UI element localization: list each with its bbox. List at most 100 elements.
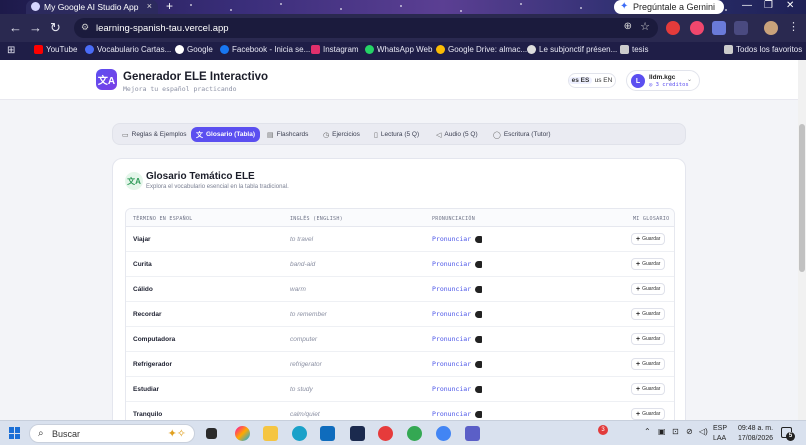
save-label: Guardar: [642, 361, 661, 367]
bookmark-google[interactable]: Google: [175, 45, 213, 54]
teams-icon[interactable]: [465, 426, 480, 441]
tab-flashcards[interactable]: ▤ Flashcards: [267, 127, 308, 142]
taskbar-search-input[interactable]: ⌕ Buscar ✦✧: [29, 424, 195, 443]
notifications-icon[interactable]: 5: [781, 427, 795, 441]
app-dark-icon[interactable]: [350, 426, 365, 441]
task-view-icon[interactable]: [206, 428, 217, 439]
table-row: Estudiar to study Pronunciar + Guardar: [126, 377, 674, 402]
bookmark-folder-tesis[interactable]: tesis: [620, 45, 648, 54]
keyboard-language[interactable]: ESP LAA: [713, 424, 727, 444]
site-settings-icon[interactable]: ⚙: [81, 22, 89, 33]
edge-icon[interactable]: [292, 426, 307, 441]
tab-close-icon[interactable]: ×: [147, 1, 152, 11]
extension-puzzle-icon[interactable]: [712, 21, 726, 35]
chrome-profile-icon[interactable]: [436, 426, 451, 441]
pronounce-button[interactable]: Pronunciar: [432, 260, 483, 268]
outlook-icon[interactable]: [320, 426, 335, 441]
save-button[interactable]: + Guardar: [631, 258, 666, 270]
omnibox[interactable]: ⚙ learning-spanish-tau.vercel.app ⊕ ☆: [74, 18, 658, 38]
browser-tab[interactable]: My Google AI Studio App ×: [26, 0, 158, 14]
app-subtitle: Mejora tu español practicando: [123, 85, 237, 93]
save-button[interactable]: + Guardar: [631, 308, 666, 320]
pronounce-button[interactable]: Pronunciar: [432, 410, 483, 418]
save-button[interactable]: + Guardar: [631, 233, 666, 245]
minimize-icon[interactable]: —: [742, 0, 752, 11]
page-scrollbar[interactable]: [798, 60, 806, 420]
extension-red-icon[interactable]: [666, 21, 680, 35]
taskbar-clock[interactable]: 09:48 a. m. 17/08/2026: [738, 424, 773, 444]
chat-icon: ◯: [493, 131, 501, 139]
speaker-icon: [475, 260, 483, 268]
scrollbar-thumb[interactable]: [799, 124, 805, 272]
save-button[interactable]: + Guardar: [631, 408, 666, 420]
tray-chevron-up-icon[interactable]: ⌃: [644, 427, 651, 436]
save-button[interactable]: + Guardar: [631, 333, 666, 345]
windows-start-icon[interactable]: [9, 427, 21, 439]
tab-escritura[interactable]: ◯ Escritura (Tutor): [493, 127, 551, 142]
bookmark-facebook[interactable]: Facebook - Inicia se...: [220, 45, 310, 54]
bookmark-subjonctif[interactable]: Le subjonctif présen...: [527, 45, 617, 54]
bookmark-star-icon[interactable]: ☆: [640, 20, 650, 33]
lang-en-button[interactable]: us EN: [592, 77, 615, 84]
save-button[interactable]: + Guardar: [631, 283, 666, 295]
app-red-icon[interactable]: [378, 426, 393, 441]
tray-network-icon[interactable]: ⊡: [672, 427, 679, 436]
decorative-star: [400, 5, 402, 7]
tab-audio[interactable]: ◁ Audio (5 Q): [436, 127, 478, 142]
back-arrow-icon[interactable]: ←: [9, 20, 22, 35]
tray-volume-mute-icon[interactable]: ⊘: [686, 427, 693, 436]
maximize-icon[interactable]: ❐: [764, 0, 773, 11]
bookmark-whatsapp[interactable]: WhatsApp Web: [365, 45, 432, 54]
save-label: Guardar: [642, 236, 661, 242]
user-name: lldm.kgc: [649, 74, 676, 81]
pronounce-button[interactable]: Pronunciar: [432, 310, 483, 318]
term-spanish: Refrigerador: [133, 361, 173, 368]
zoom-icon[interactable]: ⊕: [624, 21, 632, 32]
browser-menu-icon[interactable]: ⋮: [788, 20, 799, 33]
bookmark-google-drive[interactable]: Google Drive: almac...: [436, 45, 527, 54]
reload-icon[interactable]: ↻: [50, 20, 61, 36]
close-window-icon[interactable]: ✕: [786, 0, 794, 11]
save-button[interactable]: + Guardar: [631, 383, 666, 395]
tray-badge[interactable]: 3: [598, 425, 608, 435]
forward-arrow-icon[interactable]: →: [29, 20, 42, 35]
all-bookmarks-folder[interactable]: Todos los favoritos: [724, 45, 802, 54]
plus-icon: +: [636, 285, 641, 293]
pronounce-button[interactable]: Pronunciar: [432, 235, 483, 243]
copilot-icon[interactable]: [235, 426, 250, 441]
tray-app-icon[interactable]: ▣: [658, 427, 666, 436]
bookmark-instagram[interactable]: Instagram: [311, 45, 359, 54]
pronounce-label: Pronunciar: [432, 360, 472, 368]
tab-glosario[interactable]: 文 Glosario (Tabla): [191, 127, 260, 142]
tab-ejercicios[interactable]: ◷ Ejercicios: [323, 127, 360, 142]
section-tabs: ▭ Reglas & Ejemplos 文 Glosario (Tabla) ▤ Fl…: [112, 123, 686, 145]
translate-icon: 文: [196, 131, 203, 139]
apps-grid-icon[interactable]: ⊞: [7, 45, 15, 56]
pronounce-button[interactable]: Pronunciar: [432, 335, 483, 343]
pronounce-label: Pronunciar: [432, 310, 472, 318]
speaker-icon: [475, 310, 483, 318]
tray-speaker-icon[interactable]: ◁): [699, 427, 708, 436]
term-english: to remember: [290, 311, 327, 318]
gemini-button[interactable]: ✦ Pregúntale a Gemini: [614, 0, 725, 14]
decorative-star: [340, 8, 342, 10]
profile-avatar-icon[interactable]: [764, 21, 778, 35]
bookmark-youtube[interactable]: YouTube: [34, 45, 77, 54]
bookmark-vocabulario[interactable]: Vocabulario Cartas...: [85, 45, 171, 54]
pronounce-button[interactable]: Pronunciar: [432, 285, 483, 293]
pronounce-button[interactable]: Pronunciar: [432, 385, 483, 393]
save-button[interactable]: + Guardar: [631, 358, 666, 370]
tab-lectura[interactable]: ▯ Lectura (5 Q): [374, 127, 419, 142]
language-switcher: es ES us EN: [568, 73, 616, 88]
lang-es-button[interactable]: es ES: [569, 77, 592, 84]
file-explorer-icon[interactable]: [263, 426, 278, 441]
user-menu[interactable]: L lldm.kgc ◎ 3 créditos ⌄: [626, 70, 700, 91]
term-spanish: Recordar: [133, 311, 162, 318]
extensions-icon[interactable]: [734, 21, 748, 35]
new-tab-button[interactable]: +: [166, 0, 173, 13]
tab-reglas[interactable]: ▭ Reglas & Ejemplos: [122, 127, 187, 142]
extension-k-icon[interactable]: [690, 21, 704, 35]
pronounce-button[interactable]: Pronunciar: [432, 360, 483, 368]
chrome-icon[interactable]: [407, 426, 422, 441]
glossary-card: 文A Glosario Temático ELE Explora el voca…: [112, 158, 686, 420]
